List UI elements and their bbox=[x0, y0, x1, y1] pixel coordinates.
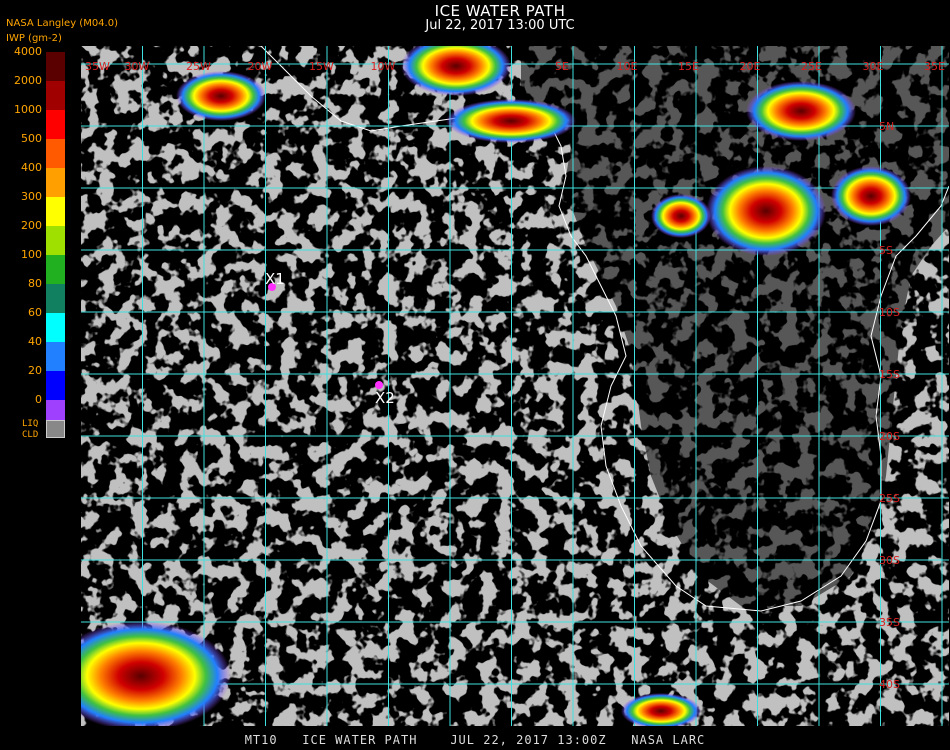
liquid-cloud-swatch bbox=[46, 420, 65, 438]
legend-label: 500 bbox=[21, 132, 42, 145]
legend-label: 1000 bbox=[14, 103, 42, 116]
legend-label: 100 bbox=[21, 248, 42, 261]
lon-label: 30W bbox=[125, 60, 150, 73]
lon-label: 25W bbox=[186, 60, 211, 73]
lat-label: 20S bbox=[879, 430, 900, 443]
marker-x2-dot bbox=[375, 381, 383, 389]
legend-swatch bbox=[46, 110, 65, 139]
lat-label: 30S bbox=[879, 554, 900, 567]
storm-cluster bbox=[446, 99, 576, 143]
lon-label: 35W bbox=[85, 60, 110, 73]
cloud-label: CLD bbox=[22, 430, 39, 440]
liquid-label: LIQ bbox=[22, 419, 39, 429]
source-label: NASA Langley (M04.0) bbox=[6, 18, 118, 29]
color-legend: 4000 2000 1000 500 400 300 200 100 80 60 40 20 0 bbox=[0, 45, 80, 448]
legend-swatch bbox=[46, 284, 65, 313]
lon-label: 15E bbox=[678, 60, 699, 73]
lon-label: 10W bbox=[371, 60, 396, 73]
legend-swatch bbox=[46, 342, 65, 371]
legend-label: 40 bbox=[28, 335, 42, 348]
legend-label: 0 bbox=[35, 393, 42, 406]
legend-label: 20 bbox=[28, 364, 42, 377]
legend-swatch bbox=[46, 371, 65, 400]
storm-cluster bbox=[746, 81, 856, 141]
footer-caption: MT10 ICE WATER PATH JUL 22, 2017 13:00Z … bbox=[244, 733, 706, 747]
legend-swatch bbox=[46, 139, 65, 168]
marker-x1-label: X1 bbox=[265, 270, 285, 288]
storm-cluster bbox=[176, 71, 266, 121]
storm-cluster bbox=[831, 166, 911, 226]
legend-label: 4000 bbox=[14, 45, 42, 58]
map-timestamp: Jul 22, 2017 13:00 UTC bbox=[425, 18, 575, 33]
legend-swatch bbox=[46, 52, 65, 81]
units-label: IWP (gm-2) bbox=[6, 33, 62, 44]
legend-label: 60 bbox=[28, 306, 42, 319]
legend-swatch bbox=[46, 81, 65, 110]
lat-label: 35S bbox=[879, 616, 900, 629]
lat-label: 25S bbox=[879, 492, 900, 505]
lon-label: 5E bbox=[555, 60, 569, 73]
lon-label: 30E bbox=[863, 60, 884, 73]
legend-swatch bbox=[46, 197, 65, 226]
lat-label: 5S bbox=[879, 244, 893, 257]
lon-label: 25E bbox=[801, 60, 822, 73]
storm-cluster bbox=[706, 166, 826, 256]
legend-label: 2000 bbox=[14, 74, 42, 87]
lon-label: 15W bbox=[309, 60, 334, 73]
storm-cluster bbox=[651, 194, 711, 238]
lon-label: 35E bbox=[924, 60, 945, 73]
lon-label: 20E bbox=[740, 60, 761, 73]
legend-swatch bbox=[46, 168, 65, 197]
lon-label: 10E bbox=[617, 60, 638, 73]
legend-label: 300 bbox=[21, 190, 42, 203]
legend-label: 80 bbox=[28, 277, 42, 290]
ice-water-path-map: 35W30W25W20W15W10W5W05E10E15E20E25E30E35… bbox=[81, 46, 949, 726]
lat-label: 15S bbox=[879, 368, 900, 381]
legend-swatch bbox=[46, 255, 65, 284]
legend-swatch bbox=[46, 313, 65, 342]
lat-label: 5N bbox=[879, 120, 894, 133]
legend-swatch bbox=[46, 226, 65, 255]
lat-label: 10S bbox=[879, 306, 900, 319]
legend-label: 400 bbox=[21, 161, 42, 174]
legend-label: 200 bbox=[21, 219, 42, 232]
lat-label: 40S bbox=[879, 678, 900, 691]
lon-label: 20W bbox=[248, 60, 273, 73]
marker-x2-label: X2 bbox=[375, 389, 395, 407]
